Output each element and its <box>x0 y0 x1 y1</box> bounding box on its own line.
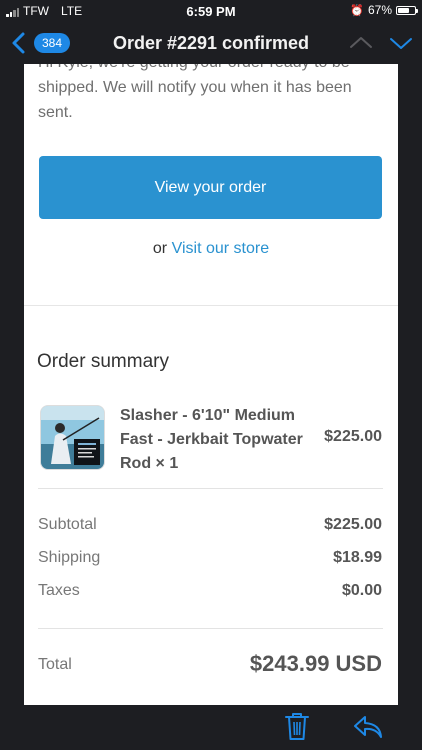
product-image <box>40 405 105 470</box>
battery-fill <box>398 7 409 13</box>
items-divider <box>38 488 383 489</box>
reply-icon[interactable] <box>352 713 384 741</box>
store-prefix: or <box>152 240 168 257</box>
chevron-up-icon[interactable] <box>348 32 374 54</box>
battery-icon <box>396 5 418 15</box>
totals-divider <box>38 628 383 629</box>
order-summary-title: Order summary <box>37 351 169 372</box>
shipping-label: Shipping <box>38 549 101 566</box>
subtotal-label: Subtotal <box>38 516 97 533</box>
product-price: $225.00 <box>324 428 382 445</box>
status-bar: TFW LTE 6:59 PM ⏰ 67% <box>0 0 422 24</box>
nav-bar: 384 Order #2291 confirmed <box>0 24 422 64</box>
battery-percent: 67% <box>367 3 392 17</box>
section-divider <box>24 305 398 306</box>
bottom-toolbar <box>0 705 422 750</box>
total-value: $243.99 USD <box>249 651 382 676</box>
email-body[interactable]: Hi Kyle, we're getting your order ready … <box>24 64 398 705</box>
store-line: or Visit our store <box>24 240 398 258</box>
message-nav-arrows <box>348 32 414 54</box>
chevron-down-icon[interactable] <box>388 32 414 54</box>
trash-icon[interactable] <box>284 711 310 741</box>
shipping-value: $18.99 <box>333 549 382 566</box>
subtotal-value: $225.00 <box>324 516 382 533</box>
view-order-button[interactable]: View your order <box>39 156 382 219</box>
taxes-label: Taxes <box>38 582 80 599</box>
intro-text: Hi Kyle, we're getting your order ready … <box>38 64 352 121</box>
taxes-value: $0.00 <box>341 582 382 599</box>
visit-store-link[interactable]: Visit our store <box>172 240 270 257</box>
product-name: Slasher - 6'10" Medium Fast - Jerkbait T… <box>120 407 303 472</box>
alarm-icon: ⏰ <box>350 4 364 17</box>
status-right: ⏰ 67% <box>350 3 418 17</box>
total-label: Total <box>38 656 72 673</box>
